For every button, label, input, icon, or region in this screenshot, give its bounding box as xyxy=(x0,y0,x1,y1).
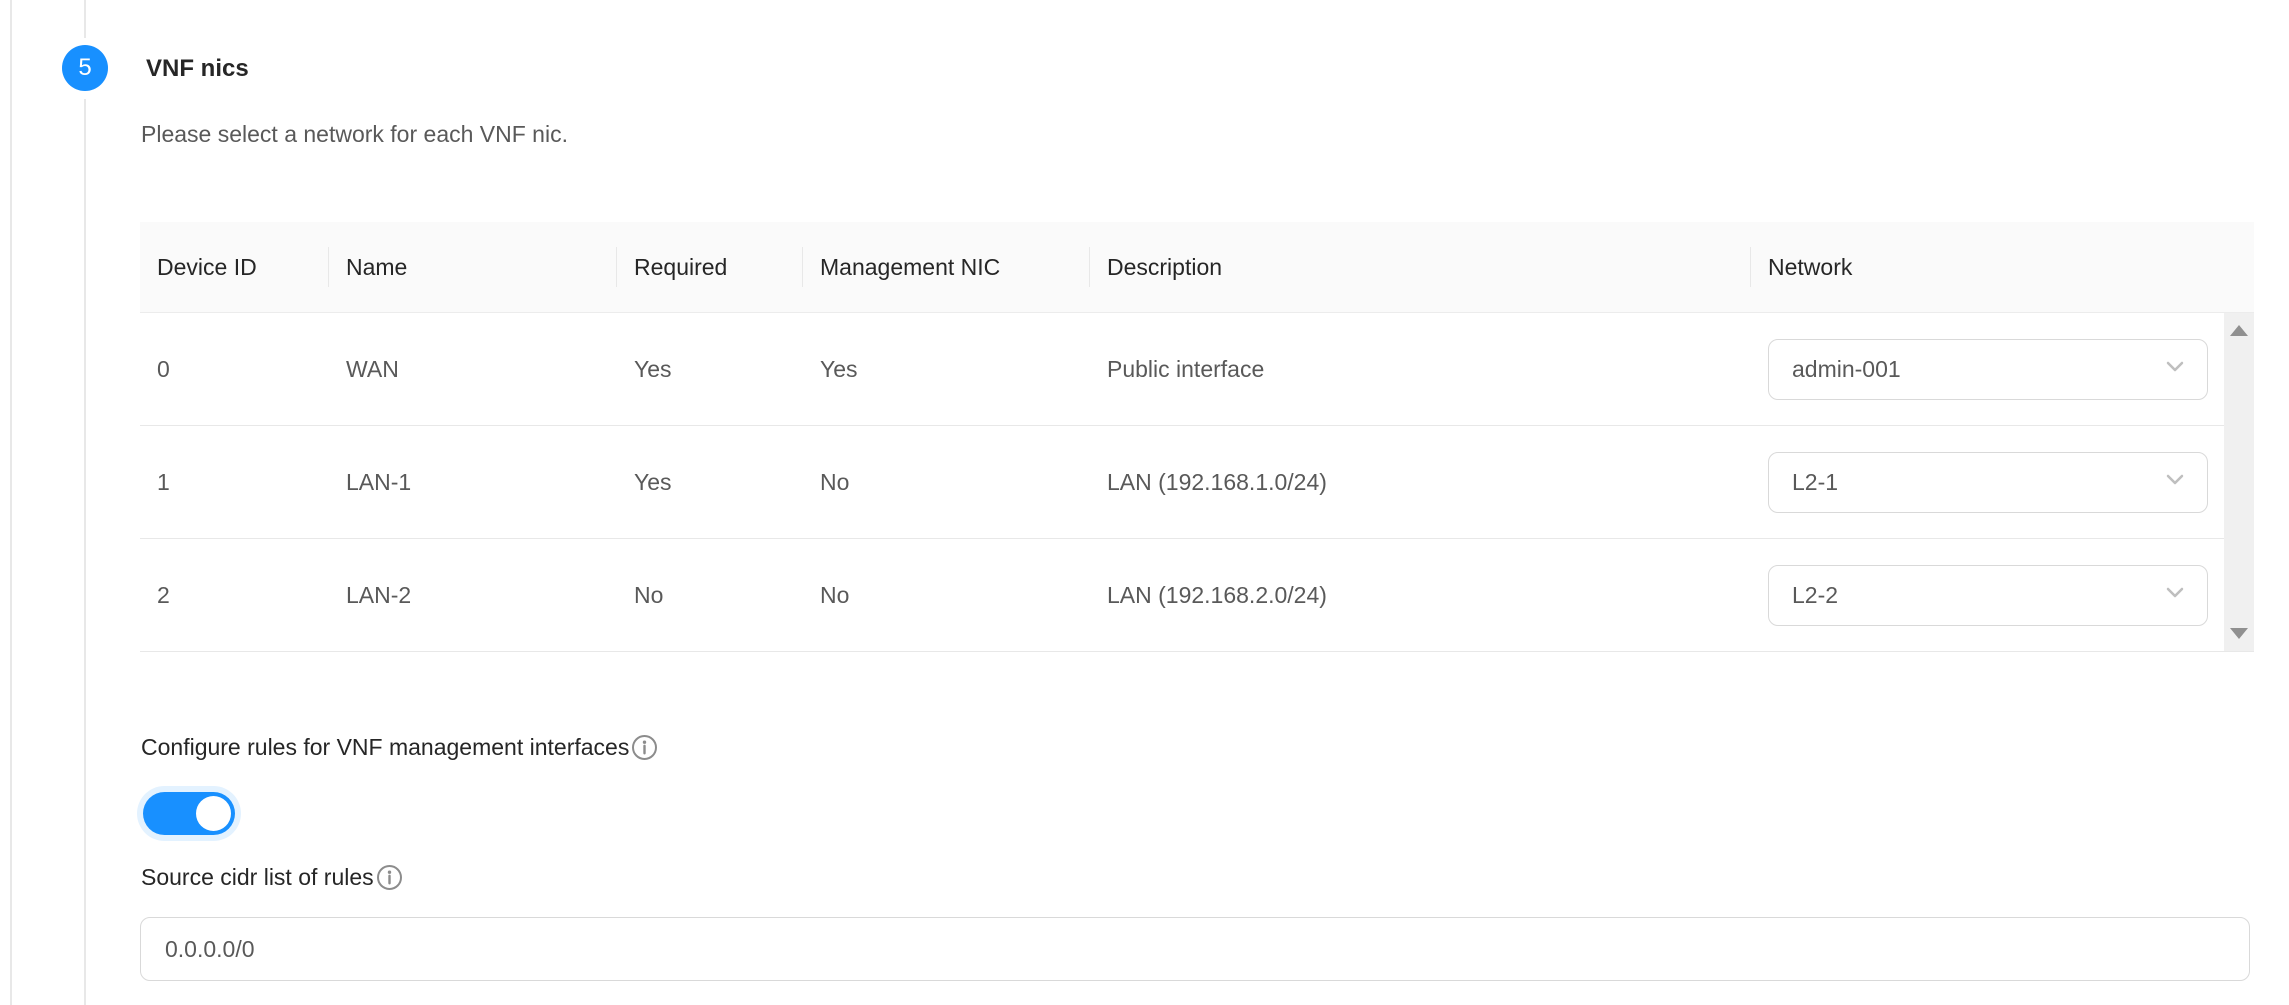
network-select[interactable]: L2-1 xyxy=(1768,452,2208,513)
chevron-down-icon xyxy=(2161,465,2189,499)
step-number: 5 xyxy=(78,54,91,82)
table-body: 0 WAN Yes Yes Public interface admin-001… xyxy=(140,313,2254,652)
info-circle-icon[interactable] xyxy=(631,734,658,761)
table-row: 2 LAN-2 No No LAN (192.168.2.0/24) L2-2 xyxy=(140,539,2254,652)
scroll-down-arrow-icon[interactable] xyxy=(2230,628,2248,639)
cell-name: LAN-1 xyxy=(329,469,617,496)
cidr-input[interactable] xyxy=(140,917,2250,981)
table-row: 1 LAN-1 Yes No LAN (192.168.1.0/24) L2-1 xyxy=(140,426,2254,539)
cell-device-id: 0 xyxy=(140,356,329,383)
source-cidr-label-text: Source cidr list of rules xyxy=(141,862,374,892)
cell-management-nic: No xyxy=(803,582,1090,609)
page-subtitle: Please select a network for each VNF nic… xyxy=(141,119,568,149)
network-select-value: admin-001 xyxy=(1792,356,1901,383)
column-header-required: Required xyxy=(617,222,803,312)
cell-device-id: 2 xyxy=(140,582,329,609)
config-rules-label: Configure rules for VNF management inter… xyxy=(141,732,658,762)
cell-description: Public interface xyxy=(1090,356,1751,383)
page-left-divider xyxy=(10,0,12,1005)
cell-network: admin-001 xyxy=(1751,339,2254,400)
column-header-device-id: Device ID xyxy=(140,222,329,312)
cell-name: LAN-2 xyxy=(329,582,617,609)
column-header-description: Description xyxy=(1090,222,1751,312)
cell-name: WAN xyxy=(329,356,617,383)
cell-device-id: 1 xyxy=(140,469,329,496)
config-rules-label-text: Configure rules for VNF management inter… xyxy=(141,732,629,762)
source-cidr-label: Source cidr list of rules xyxy=(141,862,403,892)
cell-required: No xyxy=(617,582,803,609)
network-select-value: L2-1 xyxy=(1792,469,1838,496)
cell-management-nic: No xyxy=(803,469,1090,496)
cell-network: L2-2 xyxy=(1751,565,2254,626)
step-connector-bottom xyxy=(84,99,86,1005)
cell-description: LAN (192.168.1.0/24) xyxy=(1090,469,1751,496)
scroll-up-arrow-icon[interactable] xyxy=(2230,325,2248,336)
table-header: Device ID Name Required Management NIC D… xyxy=(140,222,2254,313)
column-header-network: Network xyxy=(1751,222,2254,312)
info-circle-icon[interactable] xyxy=(376,864,403,891)
page-title: VNF nics xyxy=(146,53,249,84)
vnf-nics-table: Device ID Name Required Management NIC D… xyxy=(140,222,2254,652)
toggle-knob xyxy=(196,796,231,831)
cell-description: LAN (192.168.2.0/24) xyxy=(1090,582,1751,609)
column-header-name: Name xyxy=(329,222,617,312)
network-select[interactable]: L2-2 xyxy=(1768,565,2208,626)
table-scrollbar[interactable] xyxy=(2224,313,2254,651)
management-rules-toggle[interactable] xyxy=(143,792,235,835)
chevron-down-icon xyxy=(2161,352,2189,386)
step-indicator: 5 xyxy=(62,45,108,91)
table-row: 0 WAN Yes Yes Public interface admin-001 xyxy=(140,313,2254,426)
network-select[interactable]: admin-001 xyxy=(1768,339,2208,400)
cell-management-nic: Yes xyxy=(803,356,1090,383)
step-connector-top xyxy=(84,0,86,38)
column-header-management-nic: Management NIC xyxy=(803,222,1090,312)
cell-required: Yes xyxy=(617,356,803,383)
cell-network: L2-1 xyxy=(1751,452,2254,513)
network-select-value: L2-2 xyxy=(1792,582,1838,609)
chevron-down-icon xyxy=(2161,578,2189,612)
cell-required: Yes xyxy=(617,469,803,496)
